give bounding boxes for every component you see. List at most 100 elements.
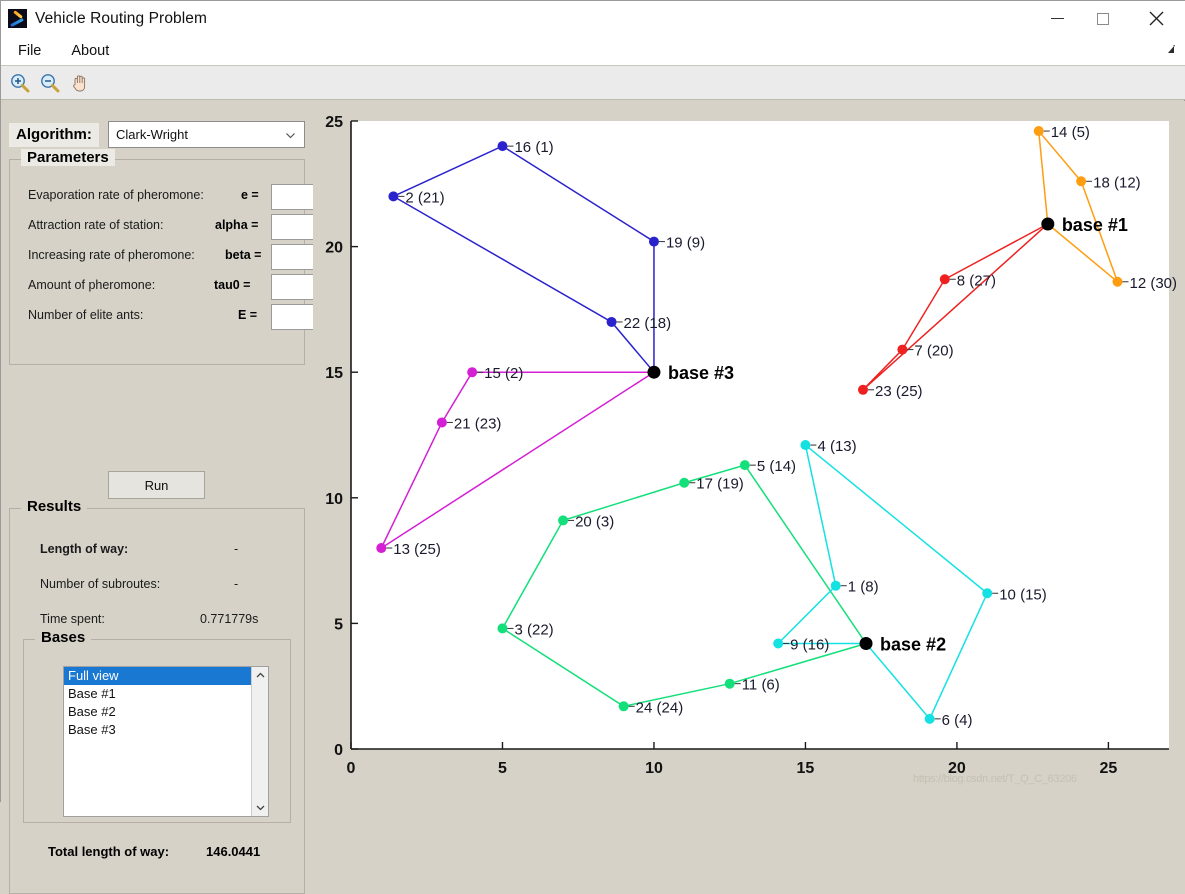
bases-list-item-base-1[interactable]: Base #1 [64, 685, 268, 703]
param-row-beta: Increasing rate of pheromone: beta = [28, 244, 318, 270]
bases-list-item-base-3[interactable]: Base #3 [64, 721, 268, 739]
minimize-button[interactable] [1034, 1, 1080, 36]
total-length-label: Total length of way: [48, 844, 170, 859]
undock-icon[interactable] [1163, 44, 1176, 57]
node-label-19: 19 (9) [666, 235, 705, 252]
time-spent-value: 0.771779s [200, 612, 259, 626]
node-label-20: 20 (3) [575, 513, 614, 530]
algorithm-select[interactable]: Clark-Wright [108, 121, 305, 148]
results-group: Results Length of way: - Number of subro… [9, 498, 305, 894]
param-input-e[interactable] [271, 184, 318, 210]
node-marker-3[interactable] [497, 623, 508, 634]
param-symbol-beta: beta = [225, 248, 262, 262]
param-symbol-E: E = [238, 308, 258, 322]
param-label-E: Number of elite ants: [28, 308, 144, 322]
param-input-E[interactable] [271, 304, 318, 330]
param-label-e: Evaporation rate of pheromone: [28, 188, 204, 202]
base-marker-base-1[interactable] [1041, 217, 1055, 231]
node-marker-19[interactable] [648, 236, 659, 247]
node-marker-14[interactable] [1033, 126, 1044, 137]
node-marker-24[interactable] [618, 701, 629, 712]
y-tick-label: 25 [325, 114, 343, 131]
node-marker-7[interactable] [897, 344, 908, 355]
pan-button[interactable] [65, 69, 95, 97]
bases-title: Bases [35, 629, 92, 646]
time-spent-label: Time spent: [40, 612, 105, 626]
bases-list-item-full-view[interactable]: Full view [64, 667, 268, 685]
minimize-icon [1050, 17, 1064, 20]
x-tick-label: 10 [645, 760, 663, 777]
toolbar [1, 66, 1185, 100]
watermark-text: https://blog.csdn.net/T_Q_C_63206 [913, 773, 1077, 785]
node-marker-5[interactable] [739, 460, 750, 471]
param-symbol-tau0: tau0 = [214, 278, 251, 292]
param-input-beta[interactable] [271, 244, 318, 270]
node-marker-20[interactable] [558, 515, 569, 526]
node-marker-11[interactable] [724, 678, 735, 689]
param-input-alpha[interactable] [271, 214, 318, 240]
node-label-4: 4 (13) [817, 438, 856, 455]
route-plot[interactable]: 0 5 10 15 20 25051015202516 (1)2 (21)19 (9)22… [313, 101, 1185, 803]
app-window: Vehicle Routing Problem File About Algor… [0, 0, 1185, 894]
window-controls [1034, 1, 1185, 36]
node-label-5: 5 (14) [757, 458, 796, 475]
node-marker-15[interactable] [467, 367, 478, 378]
node-marker-9[interactable] [773, 638, 784, 649]
maximize-icon [1097, 12, 1109, 25]
matlab-icon [8, 9, 27, 28]
node-label-2: 2 (21) [405, 189, 444, 206]
y-tick-label: 15 [325, 365, 343, 382]
node-marker-10[interactable] [982, 588, 993, 599]
node-label-15: 15 (2) [484, 365, 523, 382]
algorithm-label: Algorithm: [9, 123, 99, 147]
total-length-value: 146.0441 [206, 844, 261, 859]
node-marker-17[interactable] [679, 477, 690, 488]
bases-list-item-base-2[interactable]: Base #2 [64, 703, 268, 721]
close-button[interactable] [1126, 1, 1185, 36]
node-marker-22[interactable] [606, 316, 617, 327]
y-tick-label: 5 [334, 616, 343, 633]
parameters-group: Parameters Evaporation rate of pheromone… [9, 149, 318, 365]
node-marker-23[interactable] [858, 384, 869, 395]
length-of-way-value: - [234, 542, 239, 556]
node-label-3: 3 (22) [514, 621, 553, 638]
node-marker-2[interactable] [388, 191, 399, 202]
node-marker-8[interactable] [939, 274, 950, 285]
param-row-e: Evaporation rate of pheromone: e = [28, 184, 318, 210]
menu-file[interactable]: File [5, 41, 54, 61]
close-icon [1149, 11, 1163, 26]
x-tick-label: 25 [1100, 760, 1118, 777]
y-tick-label: 10 [325, 491, 343, 508]
zoom-in-button[interactable] [5, 69, 35, 97]
node-marker-21[interactable] [436, 417, 447, 428]
base-label-base-3: base #3 [668, 363, 734, 383]
zoom-out-icon [41, 73, 60, 92]
node-label-11: 11 (6) [742, 677, 780, 694]
base-marker-base-2[interactable] [859, 636, 873, 650]
menu-about[interactable]: About [58, 41, 122, 61]
param-symbol-alpha: alpha = [215, 218, 259, 232]
zoom-out-button[interactable] [35, 69, 65, 97]
x-tick-label: 5 [498, 760, 507, 777]
node-marker-18[interactable] [1076, 176, 1087, 187]
node-marker-13[interactable] [376, 543, 387, 554]
node-marker-4[interactable] [800, 440, 811, 451]
node-marker-12[interactable] [1112, 276, 1123, 287]
y-tick-label: 0 [334, 742, 343, 759]
node-marker-16[interactable] [497, 141, 508, 152]
base-marker-base-3[interactable] [647, 365, 661, 379]
node-label-18: 18 (12) [1093, 174, 1141, 191]
left-panel: Algorithm: Clark-Wright Parameters Evapo… [1, 101, 318, 894]
node-marker-6[interactable] [924, 713, 935, 724]
node-label-9: 9 (16) [790, 636, 829, 653]
node-marker-1[interactable] [830, 580, 841, 591]
run-button[interactable]: Run [108, 471, 205, 499]
bases-listbox[interactable]: Full view Base #1 Base #2 Base #3 [63, 666, 269, 817]
maximize-button[interactable] [1080, 1, 1126, 36]
node-label-6: 6 (4) [942, 712, 973, 729]
param-input-tau0[interactable] [271, 274, 318, 300]
param-symbol-e: e = [241, 188, 259, 202]
node-label-17: 17 (19) [696, 476, 744, 493]
scroll-up-button[interactable] [252, 667, 268, 684]
bases-scrollbar[interactable] [251, 667, 268, 816]
